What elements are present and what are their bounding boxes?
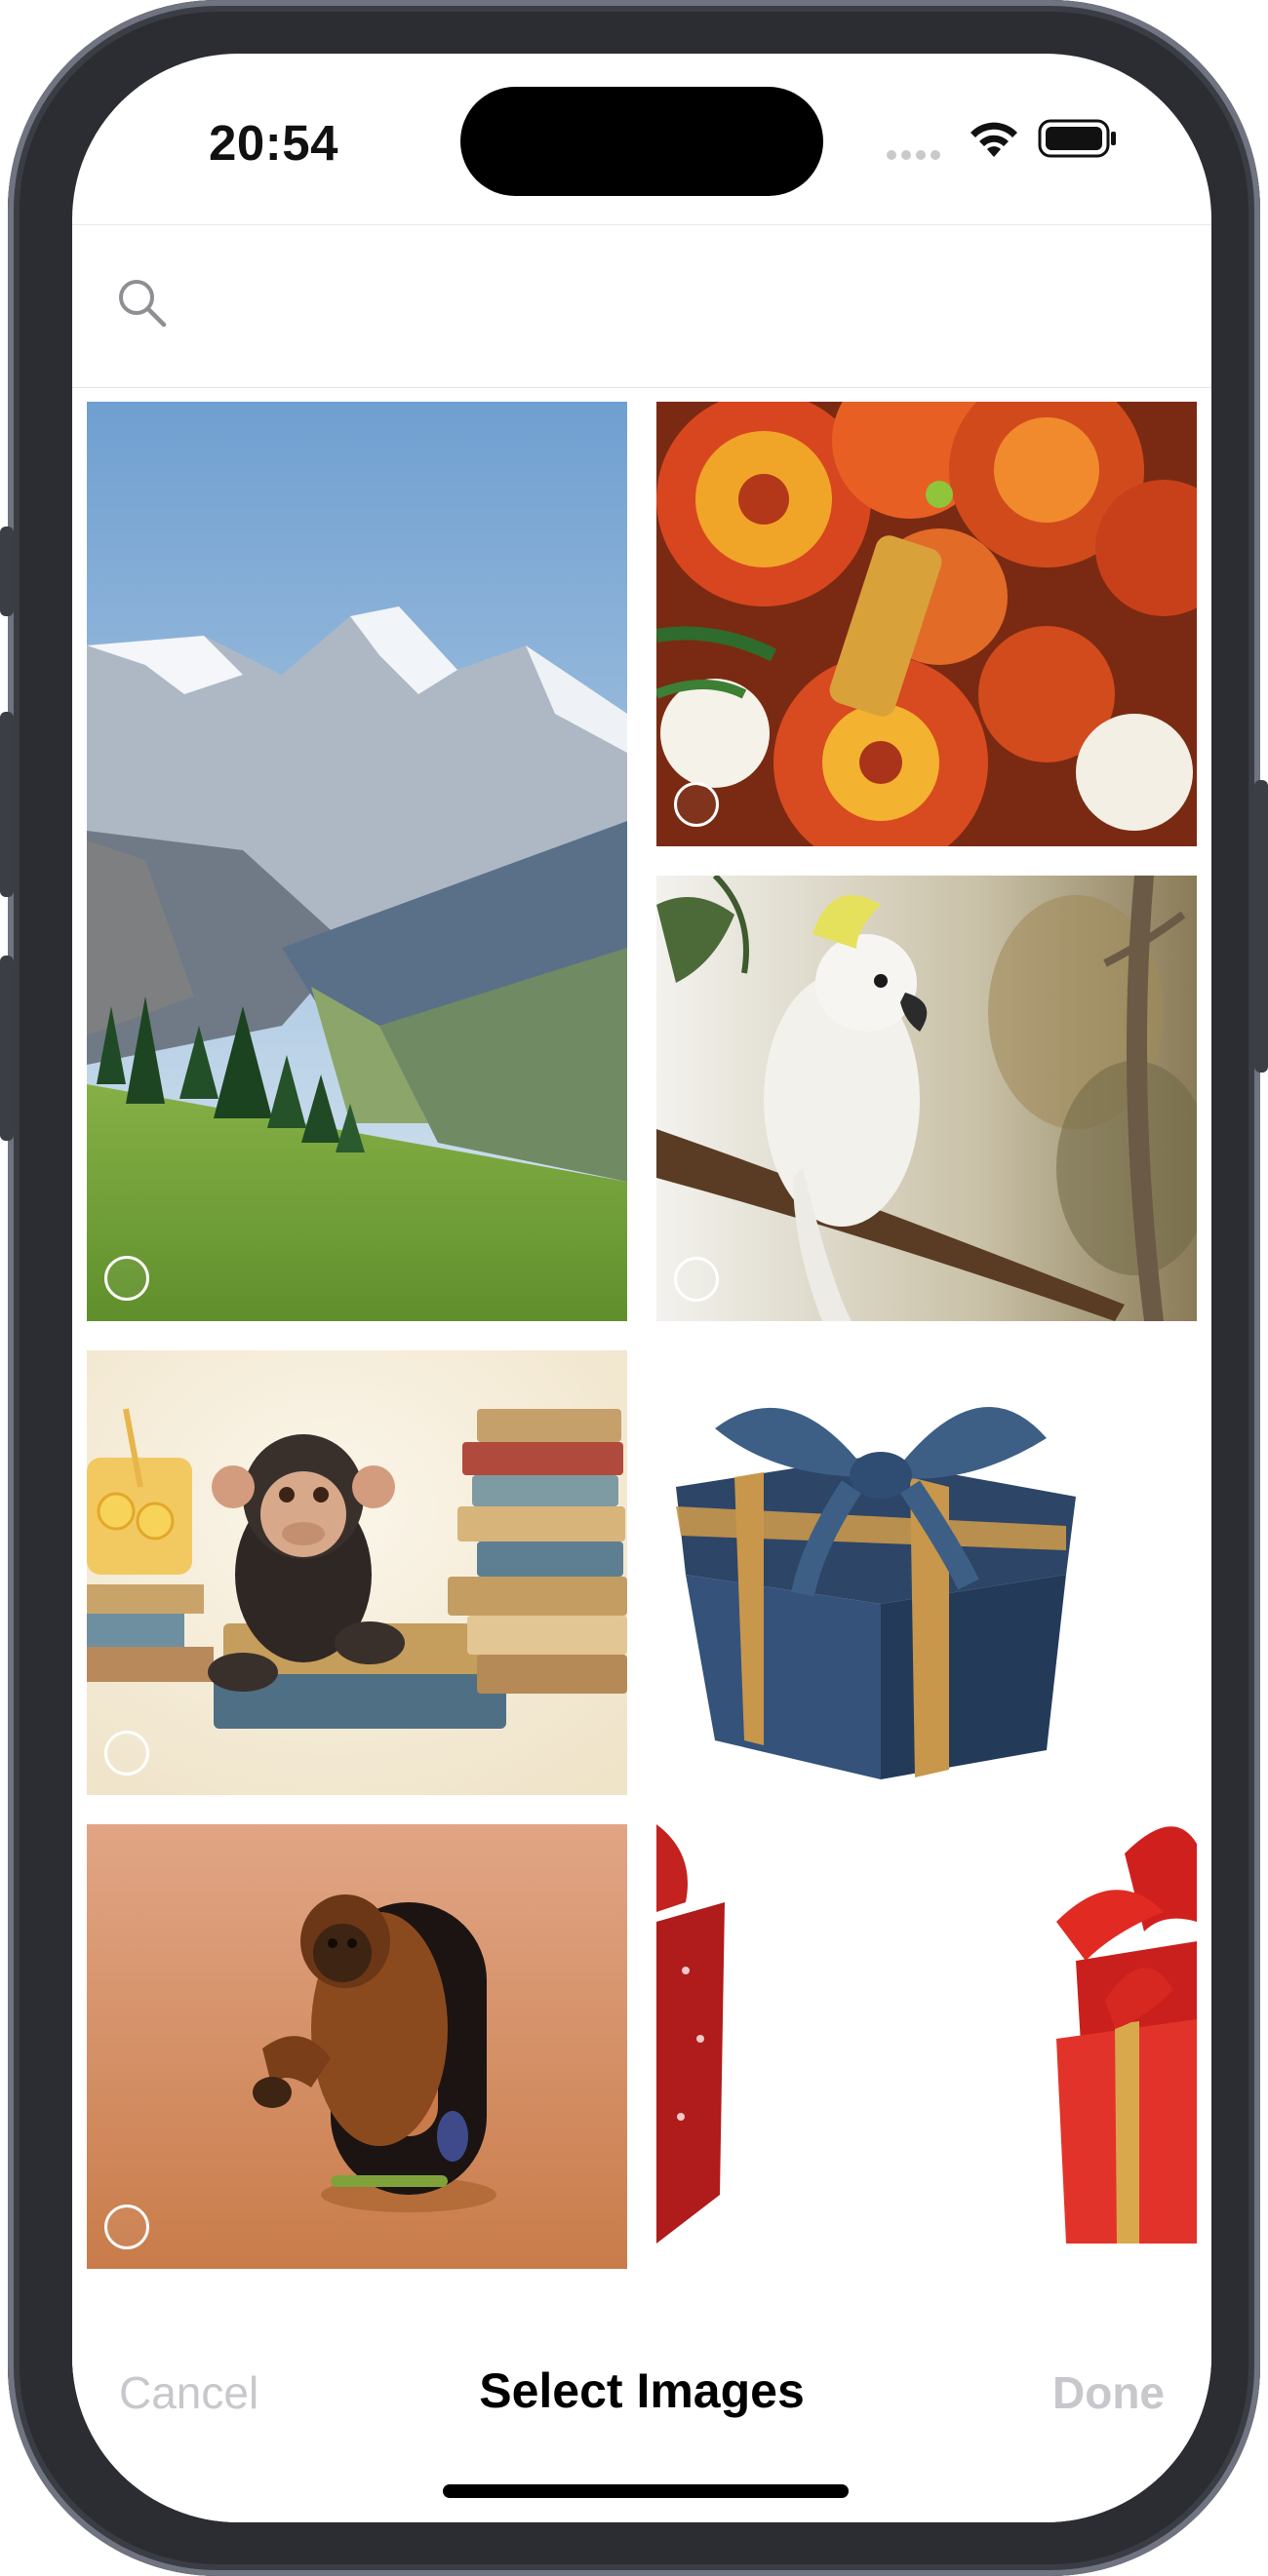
- search-input[interactable]: [189, 270, 1149, 340]
- photo-tile[interactable]: [656, 1824, 1197, 2269]
- wifi-icon: [971, 122, 1017, 157]
- photo-tile[interactable]: [87, 1350, 627, 1795]
- select-circle[interactable]: [104, 2205, 149, 2249]
- photo-tile[interactable]: [656, 876, 1197, 1321]
- orangutan-zero-photo: [87, 1824, 627, 2269]
- photo-tile[interactable]: [656, 1350, 1197, 1795]
- dynamic-island: [460, 87, 823, 196]
- blue-gift-box-photo: [656, 1350, 1197, 1795]
- status-time: 20:54: [209, 115, 338, 171]
- image-grid[interactable]: [72, 402, 1211, 2322]
- photo-tile[interactable]: [87, 402, 627, 1321]
- chimp-with-books-photo: [87, 1350, 627, 1795]
- select-circle[interactable]: [104, 1256, 149, 1301]
- battery-icon: [1038, 119, 1116, 158]
- photo-tile[interactable]: [656, 402, 1197, 846]
- search-divider: [72, 387, 1211, 388]
- screen: 20:54 Cancel Select Images Done: [72, 54, 1211, 2522]
- status-divider: [72, 224, 1211, 225]
- orange-chrysanthemums-photo: [656, 402, 1197, 846]
- side-button-volume-up: [0, 712, 14, 897]
- side-button-volume-down: [0, 956, 14, 1141]
- select-circle[interactable]: [674, 1257, 719, 1302]
- side-button-power: [1254, 780, 1268, 1073]
- red-gift-boxes-photo: [656, 1824, 1197, 2269]
- cellular-signal-icon: [887, 147, 945, 160]
- search-icon: [119, 280, 167, 328]
- done-button[interactable]: Done: [1052, 2366, 1165, 2419]
- cockatoo-photo: [656, 876, 1197, 1321]
- home-indicator[interactable]: [443, 2484, 849, 2498]
- device-frame: 20:54 Cancel Select Images Done: [0, 0, 1268, 2576]
- select-circle[interactable]: [674, 782, 719, 827]
- photo-tile[interactable]: [87, 1824, 627, 2269]
- toolbar-title: Select Images: [479, 2363, 805, 2418]
- side-button-action: [0, 527, 14, 616]
- select-circle[interactable]: [104, 1731, 149, 1776]
- mountain-valley-photo: [87, 402, 627, 1321]
